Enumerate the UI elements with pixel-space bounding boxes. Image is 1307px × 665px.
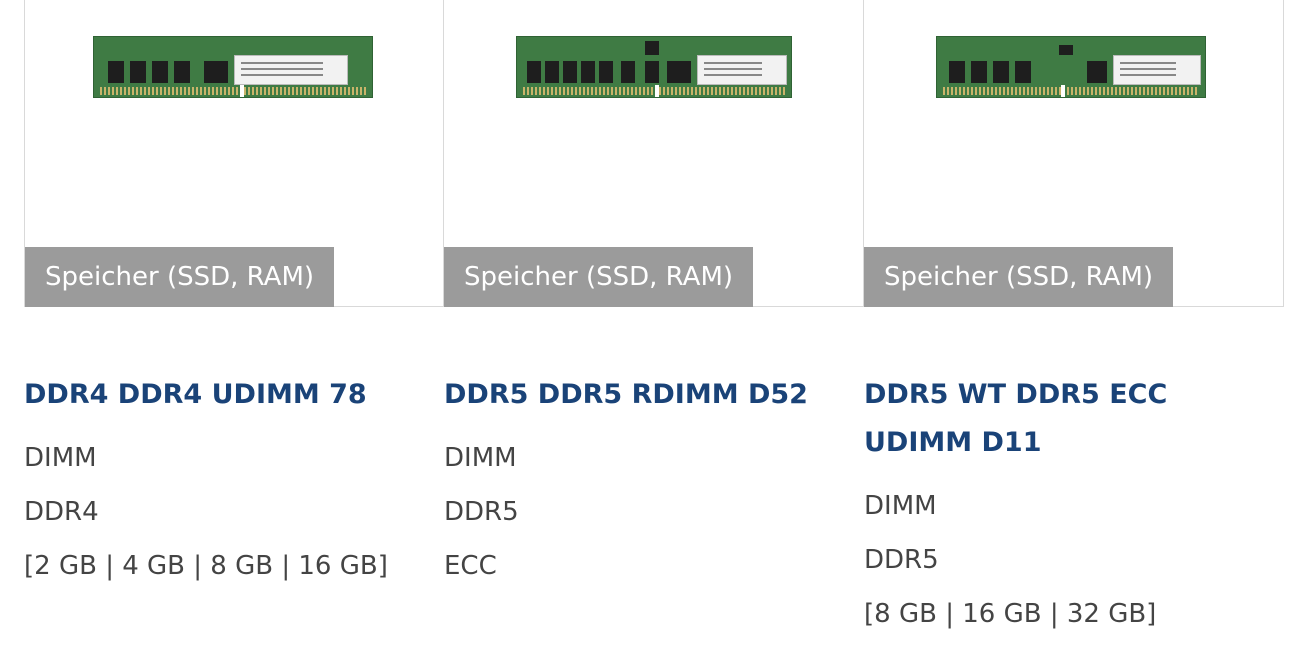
category-badge[interactable]: Speicher (SSD, RAM) [864,247,1174,307]
product-title[interactable]: DDR4 DDR4 UDIMM 78 [24,371,434,419]
spec-ecc: ECC [444,551,497,581]
spec-type: DDR5 [444,497,519,527]
product-title[interactable]: DDR5 DDR5 RDIMM D52 [444,371,854,419]
product-title-link[interactable]: DDR4 DDR4 UDIMM 78 [24,379,367,410]
product-specs: DIMM DDR4 [2 GB | 4 GB | 8 GB | 16 GB] [24,431,444,593]
ram-module-ddr5-ecc-udimm-icon [936,36,1206,98]
product-card: Speicher (SSD, RAM) DDR4 DDR4 UDIMM 78 D… [24,0,444,593]
product-title-link[interactable]: DDR5 DDR5 RDIMM D52 [444,379,808,410]
product-image-link[interactable]: Speicher (SSD, RAM) [864,0,1284,307]
product-title[interactable]: DDR5 WT DDR5 ECC UDIMM D11 [864,371,1274,467]
product-grid: Speicher (SSD, RAM) DDR4 DDR4 UDIMM 78 D… [24,0,1284,665]
spec-form-factor: DIMM [24,443,97,473]
spec-type: DDR4 [24,497,99,527]
spec-capacities: [2 GB | 4 GB | 8 GB | 16 GB] [24,551,388,581]
spec-type: DDR5 [864,545,939,575]
product-specs: DIMM DDR5 [8 GB | 16 GB | 32 GB] [864,479,1284,641]
ram-module-ddr5-rdimm-icon [516,36,792,98]
spec-form-factor: DIMM [444,443,517,473]
product-title-link[interactable]: DDR5 WT DDR5 ECC UDIMM D11 [864,379,1167,458]
product-image-link[interactable]: Speicher (SSD, RAM) [444,0,864,307]
category-badge[interactable]: Speicher (SSD, RAM) [444,247,754,307]
product-specs: DIMM DDR5 ECC [444,431,864,593]
product-card: Speicher (SSD, RAM) DDR5 DDR5 RDIMM D52 … [444,0,864,593]
product-card: Speicher (SSD, RAM) DDR5 WT DDR5 ECC UDI… [864,0,1284,641]
category-badge[interactable]: Speicher (SSD, RAM) [25,247,335,307]
spec-capacities: [8 GB | 16 GB | 32 GB] [864,599,1157,629]
product-image-link[interactable]: Speicher (SSD, RAM) [24,0,444,307]
spec-form-factor: DIMM [864,491,937,521]
ram-module-ddr4-udimm-icon [93,36,373,98]
